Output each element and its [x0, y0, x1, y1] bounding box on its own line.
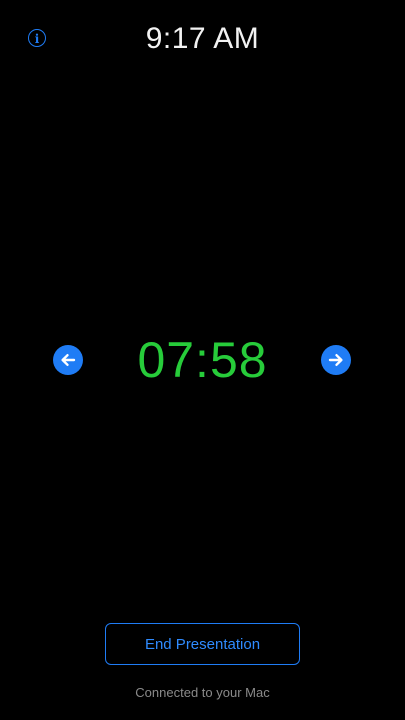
arrow-right-icon	[328, 354, 343, 366]
current-time: 9:17 AM	[145, 22, 260, 55]
end-presentation-label: End Presentation	[144, 635, 261, 653]
next-slide-button[interactable]	[321, 345, 351, 375]
connection-status: Connected to your Mac	[135, 685, 270, 700]
timer-row: 07:58	[0, 330, 405, 390]
end-presentation-button[interactable]: End Presentation	[105, 623, 300, 665]
presenter-screen: i 9:17 AM 07:58 End Presentation Connect…	[0, 0, 405, 720]
